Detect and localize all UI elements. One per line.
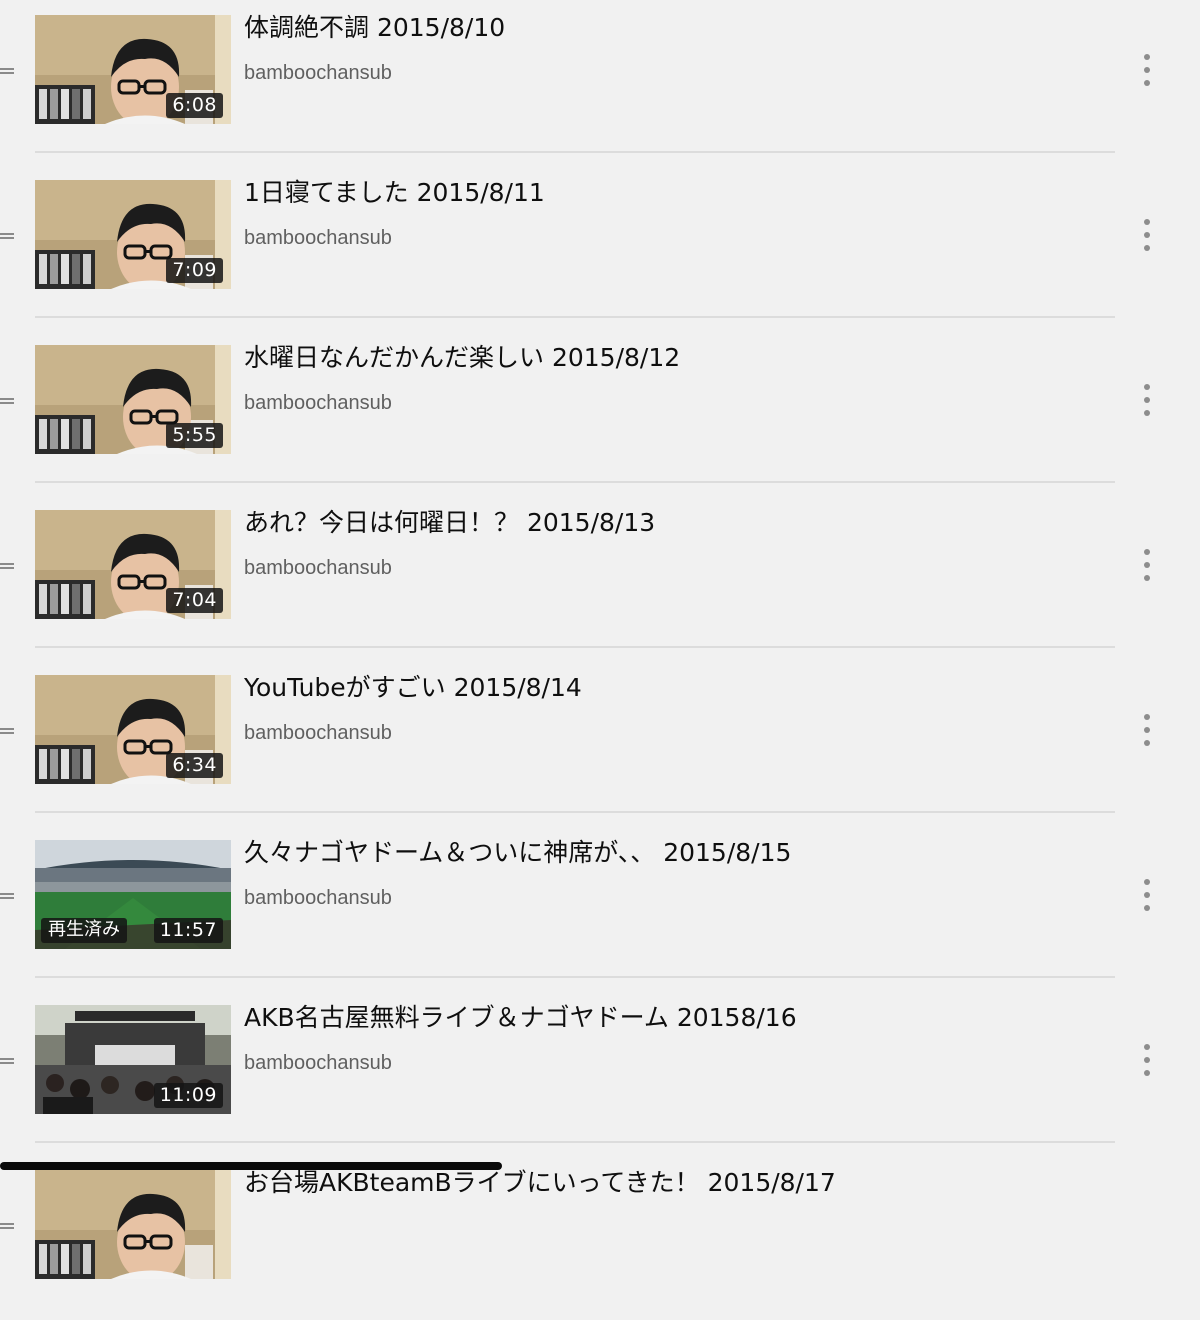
watched-badge: 再生済み bbox=[41, 918, 127, 943]
more-vert-icon[interactable] bbox=[1136, 1044, 1158, 1076]
video-title[interactable]: 体調絶不調 2015/8/10 bbox=[244, 12, 505, 44]
video-title[interactable]: 久々ナゴヤドーム＆ついに神席が、、 2015/8/15 bbox=[244, 837, 791, 869]
channel-name[interactable]: bamboochansub bbox=[244, 885, 392, 911]
more-vert-icon[interactable] bbox=[1136, 219, 1158, 251]
more-vert-icon[interactable] bbox=[1136, 54, 1158, 86]
video-title[interactable]: AKB名古屋無料ライブ＆ナゴヤドーム 20158/16 bbox=[244, 1002, 797, 1034]
video-thumbnail[interactable]: 再生済み 11:57 bbox=[35, 840, 231, 949]
channel-name[interactable]: bamboochansub bbox=[244, 1050, 392, 1076]
channel-name[interactable]: bamboochansub bbox=[244, 225, 392, 251]
more-vert-icon[interactable] bbox=[1136, 549, 1158, 581]
scroll-indicator[interactable] bbox=[0, 1162, 502, 1170]
divider bbox=[35, 976, 1115, 978]
video-thumbnail[interactable]: 5:55 bbox=[35, 345, 231, 454]
playlist-item[interactable]: お台場AKBteamBライブにいってきた！ 2015/8/17 bbox=[0, 1155, 1200, 1320]
video-title[interactable]: 水曜日なんだかんだ楽しい 2015/8/12 bbox=[244, 342, 680, 374]
drag-handle-icon[interactable] bbox=[0, 233, 14, 239]
channel-name[interactable]: bamboochansub bbox=[244, 555, 392, 581]
playlist-item[interactable]: 5:55 水曜日なんだかんだ楽しい 2015/8/12 bamboochansub bbox=[0, 330, 1200, 495]
video-title[interactable]: お台場AKBteamBライブにいってきた！ 2015/8/17 bbox=[244, 1167, 836, 1199]
playlist-item[interactable]: 6:08 体調絶不調 2015/8/10 bamboochansub bbox=[0, 0, 1200, 165]
duration-badge: 7:04 bbox=[166, 588, 223, 613]
playlist-item[interactable]: 11:09 AKB名古屋無料ライブ＆ナゴヤドーム 20158/16 bambooch… bbox=[0, 990, 1200, 1155]
more-vert-icon[interactable] bbox=[1136, 879, 1158, 911]
video-title[interactable]: あれ？今日は何曜日！？ 2015/8/13 bbox=[244, 507, 655, 539]
more-vert-icon[interactable] bbox=[1136, 714, 1158, 746]
drag-handle-icon[interactable] bbox=[0, 563, 14, 569]
duration-badge: 11:09 bbox=[153, 1083, 223, 1108]
divider bbox=[35, 646, 1115, 648]
playlist-item[interactable]: 7:04 あれ？今日は何曜日！？ 2015/8/13 bamboochansub bbox=[0, 495, 1200, 660]
divider bbox=[35, 316, 1115, 318]
video-thumbnail[interactable] bbox=[35, 1170, 231, 1279]
duration-badge: 6:34 bbox=[166, 753, 223, 778]
more-vert-icon[interactable] bbox=[1136, 384, 1158, 416]
divider bbox=[35, 1141, 1115, 1143]
playlist-item[interactable]: 7:09 1日寝てました 2015/8/11 bamboochansub bbox=[0, 165, 1200, 330]
drag-handle-icon[interactable] bbox=[0, 1223, 14, 1229]
channel-name[interactable]: bamboochansub bbox=[244, 720, 392, 746]
drag-handle-icon[interactable] bbox=[0, 1058, 14, 1064]
channel-name[interactable]: bamboochansub bbox=[244, 390, 392, 416]
playlist-item[interactable]: 再生済み 11:57 久々ナゴヤドーム＆ついに神席が、、 2015/8/15 bamb… bbox=[0, 825, 1200, 990]
duration-badge: 5:55 bbox=[166, 423, 223, 448]
drag-handle-icon[interactable] bbox=[0, 893, 14, 899]
drag-handle-icon[interactable] bbox=[0, 728, 14, 734]
divider bbox=[35, 811, 1115, 813]
drag-handle-icon[interactable] bbox=[0, 398, 14, 404]
divider bbox=[35, 151, 1115, 153]
video-thumbnail[interactable]: 7:09 bbox=[35, 180, 231, 289]
playlist-item[interactable]: 6:34 YouTubeがすごい 2015/8/14 bamboochansub bbox=[0, 660, 1200, 825]
video-title[interactable]: 1日寝てました 2015/8/11 bbox=[244, 177, 545, 209]
channel-name[interactable]: bamboochansub bbox=[244, 60, 392, 86]
video-thumbnail[interactable]: 6:34 bbox=[35, 675, 231, 784]
divider bbox=[35, 481, 1115, 483]
duration-badge: 11:57 bbox=[153, 918, 223, 943]
video-thumbnail[interactable]: 11:09 bbox=[35, 1005, 231, 1114]
drag-handle-icon[interactable] bbox=[0, 68, 14, 74]
video-thumbnail[interactable]: 7:04 bbox=[35, 510, 231, 619]
video-thumbnail[interactable]: 6:08 bbox=[35, 15, 231, 124]
duration-badge: 6:08 bbox=[166, 93, 223, 118]
video-title[interactable]: YouTubeがすごい 2015/8/14 bbox=[244, 672, 582, 704]
duration-badge: 7:09 bbox=[166, 258, 223, 283]
